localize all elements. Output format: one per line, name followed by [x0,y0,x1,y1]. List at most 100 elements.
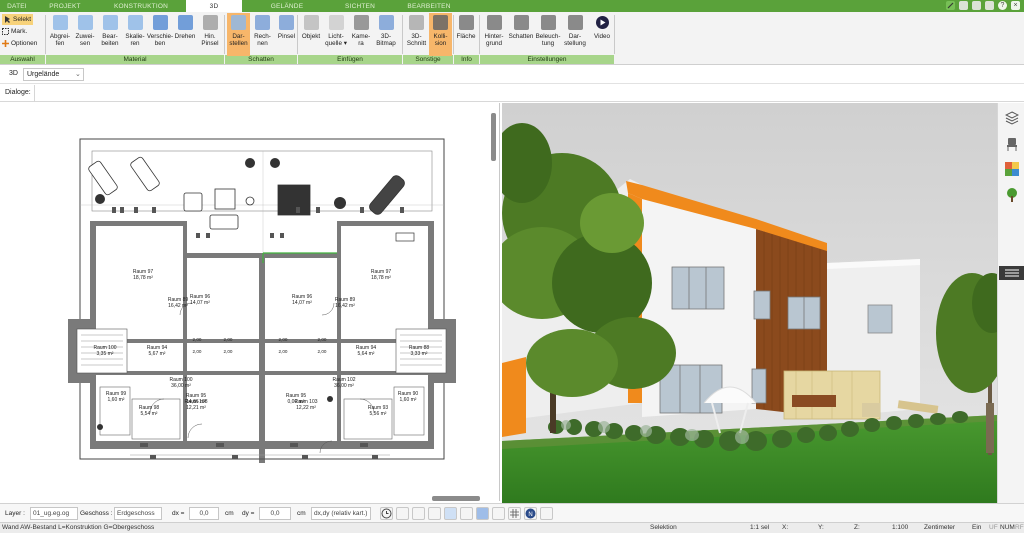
monitor-icon[interactable] [396,507,409,520]
quick-icon-3[interactable] [985,1,994,10]
button-label-line2: Pinsel [201,40,219,47]
grid-icon[interactable] [508,507,521,520]
einfuegen-button-4[interactable]: 3D- Bitmap [374,13,398,56]
dx-value: 0,0 [199,510,209,517]
pen-icon[interactable] [946,1,955,10]
tab-gelaende[interactable]: GELÄNDE [242,0,332,12]
tab-bearbeiten[interactable]: BEARBEITEN [388,0,470,12]
tab-3d[interactable]: 3D [186,0,242,12]
einstellungen-button-1[interactable]: Hinter-grund [481,13,507,56]
north-icon[interactable]: N [524,507,537,520]
einfuegen-button-2[interactable]: Licht-quelle ▾ [324,13,348,56]
sonstige-button-1[interactable]: 3D- Schnitt [405,13,428,56]
einfuegen-button-1[interactable]: Objekt [299,13,323,56]
status-z-label: Z: [854,524,860,531]
camera-small-icon[interactable] [412,507,425,520]
shadow-calc-icon [255,15,270,30]
einstellungen-button-5[interactable]: Video [589,13,615,56]
snap-icon[interactable] [540,507,553,520]
quick-icon-1[interactable] [959,1,968,10]
window-controls: ? × [946,1,1020,10]
button-label-line2: ren [130,40,140,47]
geschoss-value: Erdgeschoss [117,510,155,517]
material-button-7[interactable]: Hin. Pinsel [198,13,222,56]
einstellungen-button-3[interactable]: Beleuch-tung [535,13,561,56]
separator [479,15,480,54]
button-label-line1: Fläche [456,33,476,40]
button-label-line1: Verschie- [146,33,174,40]
button-label-line1: Beleuch- [535,33,561,40]
coord-mode-select[interactable]: dx,dy (relativ kart.) [311,507,371,520]
selekt-button[interactable]: Selekt [2,14,34,25]
tree-icon[interactable] [1005,188,1019,202]
material-button-3[interactable]: Bear-beiten [98,13,122,56]
geschoss-select[interactable]: Erdgeschoss [114,507,162,520]
layers-small-icon[interactable] [428,507,441,520]
material-button-1[interactable]: Abgrei-fen [48,13,72,56]
collision-icon [433,15,448,30]
light-bulb-icon [328,15,344,30]
plan-horizontal-scrollbar[interactable] [432,496,480,501]
material-button-5[interactable]: Verschie-ben [146,13,174,56]
sonstige-button-2[interactable]: Kolli-sion [429,13,452,56]
schatten-button-1[interactable]: Dar-stellen [227,13,250,56]
close-icon[interactable]: × [1011,1,1020,10]
material-button-6[interactable]: Drehen [173,13,197,56]
shadow-display-icon [231,15,246,30]
status-rf: RF [1015,524,1024,531]
optionen-button[interactable]: Optionen [2,38,37,49]
palette-icon[interactable] [1005,162,1019,176]
clock-icon[interactable] [380,507,393,520]
layer-select[interactable]: 01_ug.eg.og [30,507,78,520]
floor-plan-view[interactable]: Raum 97 18,78 m² Raum 96 14,07 m² Raum 89 16,… [0,103,500,501]
material-button-2[interactable]: Zuwei-sen [73,13,97,56]
curve-tool-icon[interactable] [460,507,473,520]
room-area-label: 36,00 m² [171,383,191,389]
terrain-select[interactable]: Urgelände ⌄ [23,68,84,81]
panel-toggle-handle[interactable] [999,266,1024,280]
tab-projekt[interactable]: PROJEKT [34,0,96,12]
room-area-label: 16,42 m² [168,303,188,309]
einstellungen-button-4[interactable]: Dar-stellung [562,13,588,56]
button-label-line2: quelle ▾ [325,40,347,47]
schatten-button-3[interactable]: Pinsel [275,13,298,56]
status-scale: 1:100 [892,524,909,531]
quick-icon-2[interactable] [972,1,981,10]
area-icon [458,15,474,30]
button-label-line1: 3D- [380,33,392,40]
plan-vertical-scrollbar[interactable] [491,113,496,161]
help-icon[interactable]: ? [998,1,1007,10]
button-label-line1: Objekt [301,33,321,40]
floor-plan-drawing[interactable]: Raum 9718,78 m²Raum 9614,07 m²Raum 8916,… [0,103,500,501]
info-button-1[interactable]: Fläche [455,13,477,56]
3d-view[interactable] [490,103,1012,503]
lighting-icon [540,15,556,30]
status-bar: Wand AW-Bestand L=Konstruktion G=Oberges… [0,522,1024,533]
terrain-select-value: Urgelände [27,71,60,78]
3d-scene-drawing[interactable] [490,103,1012,503]
dimension-label: 2,00 [318,337,327,342]
dx-input[interactable]: 0,0 [189,507,219,520]
dy-input[interactable]: 0,0 [259,507,291,520]
pointer-3d-icon[interactable] [476,507,489,520]
pattern-icon[interactable] [492,507,505,520]
material-button-4[interactable]: Skalie-ren [123,13,147,56]
tab-konstruktion[interactable]: KONSTRUKTION [96,0,186,12]
room-area-label: 14,07 m² [190,300,210,306]
einfuegen-button-3[interactable]: Kame-ra [349,13,373,56]
chair-icon[interactable] [1005,137,1019,151]
layers-icon[interactable] [1004,111,1020,125]
status-unit: Zentimeter [924,524,956,531]
mark-button[interactable]: Mark. [2,26,27,37]
tab-sichten[interactable]: SICHTEN [332,0,388,12]
einstellungen-button-2[interactable]: Schatten [508,13,534,56]
geschoss-label: Geschoss : [80,510,113,517]
group-einstellungen: Einstellungen [480,55,614,64]
layer-label: Layer : [5,510,25,517]
video-icon [595,15,610,30]
tab-datei[interactable]: DATEI [0,0,34,12]
ribbon: Selekt Mark. Optionen Auswahl Material S… [0,12,1024,65]
line-tool-icon[interactable] [444,507,457,520]
schatten-button-2[interactable]: Rech-nen [251,13,274,56]
button-label-line2: stellen [229,40,248,47]
